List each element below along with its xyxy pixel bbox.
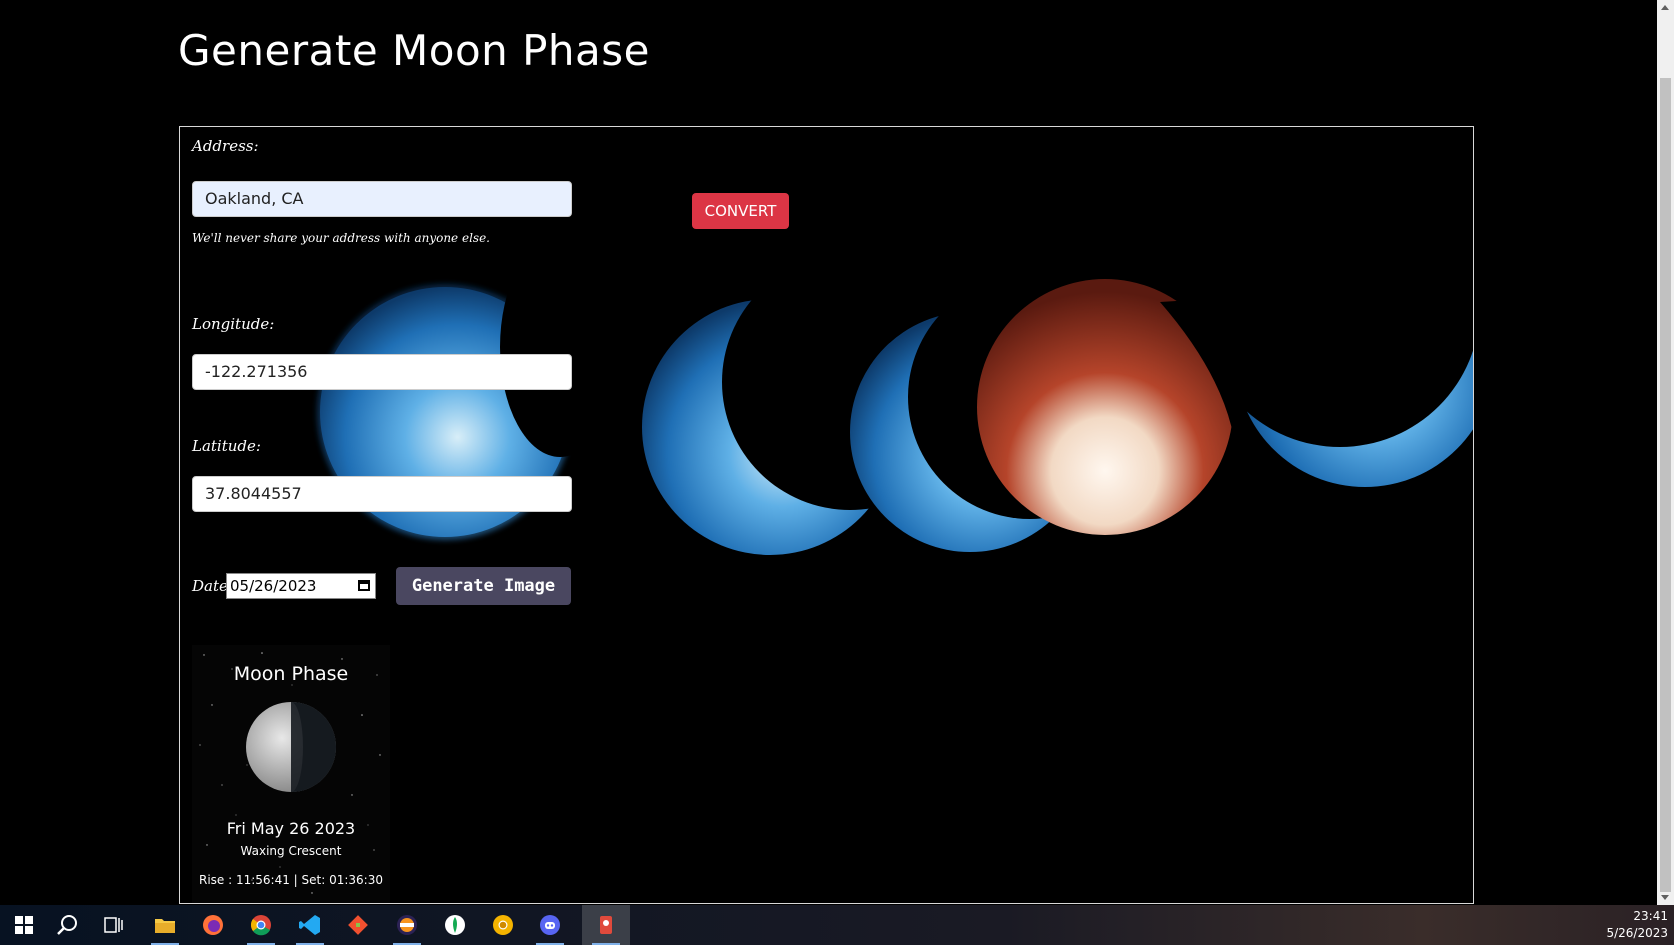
clock-date: 5/26/2023 xyxy=(1606,926,1668,940)
windows-taskbar: 23:41 5/26/2023 xyxy=(0,905,1674,945)
date-value: 05/26/2023 xyxy=(230,577,317,595)
task-view-icon[interactable] xyxy=(90,905,138,945)
system-clock[interactable]: 23:41 5/26/2023 xyxy=(1606,908,1668,942)
scroll-thumb[interactable] xyxy=(1660,78,1671,892)
page-title: Generate Moon Phase xyxy=(178,26,651,75)
moon-card-phase: Waxing Crescent xyxy=(240,844,342,858)
file-explorer-icon[interactable] xyxy=(141,905,189,945)
moon-card-date: Fri May 26 2023 xyxy=(226,819,356,838)
clock-time: 23:41 xyxy=(1633,909,1668,923)
moon-phase-card: Moon Phase Fri May 26 2023 Waxing Cresce… xyxy=(192,645,390,903)
search-icon[interactable] xyxy=(43,905,91,945)
eclipse-icon[interactable] xyxy=(383,905,431,945)
generate-image-button[interactable]: Generate Image xyxy=(396,567,571,605)
date-input[interactable]: 05/26/2023 xyxy=(226,573,376,599)
vertical-scrollbar[interactable] xyxy=(1657,0,1674,905)
latitude-input[interactable]: 37.8044557 xyxy=(192,476,572,512)
firefox-icon[interactable] xyxy=(189,905,237,945)
convert-button[interactable]: CONVERT xyxy=(692,193,789,229)
moon-card-rise-set: Rise : 11:56:41 | Set: 01:36:30 xyxy=(198,873,383,887)
latitude-label: Latitude: xyxy=(192,437,261,455)
chrome-canary-icon[interactable] xyxy=(479,905,527,945)
address-help-text: We'll never share your address with anyo… xyxy=(192,231,490,245)
vscode-icon[interactable] xyxy=(286,905,334,945)
chrome-icon[interactable] xyxy=(237,905,285,945)
address-input[interactable]: Oakland, CA xyxy=(192,181,572,217)
scroll-up-icon[interactable] xyxy=(1661,5,1669,10)
moon-card-title: Moon Phase xyxy=(233,663,349,685)
longitude-input[interactable]: -122.271356 xyxy=(192,354,572,390)
windows-start-icon[interactable] xyxy=(0,905,48,945)
mongodb-compass-icon[interactable] xyxy=(431,905,479,945)
calendar-icon[interactable] xyxy=(358,580,370,591)
longitude-label: Longitude: xyxy=(192,315,275,333)
git-icon[interactable] xyxy=(334,905,382,945)
scroll-down-icon[interactable] xyxy=(1661,895,1669,900)
address-label: Address: xyxy=(192,137,259,155)
discord-icon[interactable] xyxy=(526,905,574,945)
snipping-tool-icon[interactable] xyxy=(582,905,630,945)
moon-form-panel: Address: Oakland, CA We'll never share y… xyxy=(179,126,1474,904)
